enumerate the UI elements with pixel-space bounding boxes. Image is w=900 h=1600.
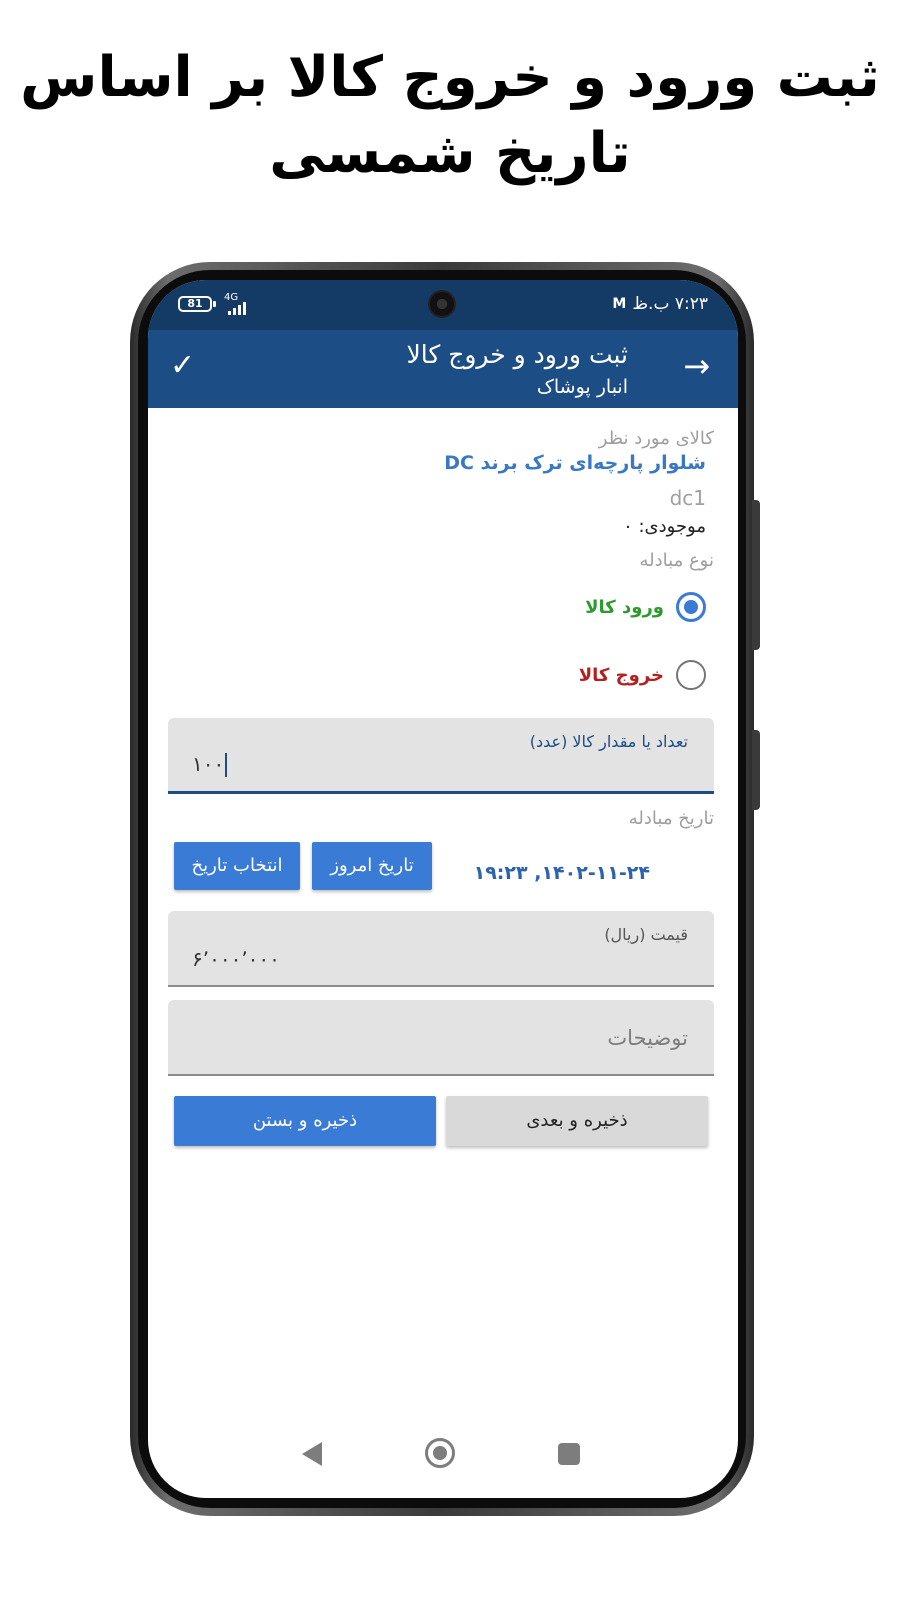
radio-checked-icon[interactable] [676, 592, 706, 622]
clock: ۷:۲۳ ب.ظ [632, 294, 708, 314]
status-right: ۷:۲۳ ب.ظ M [612, 294, 708, 314]
product-stock: موجودی: ۰ [623, 516, 706, 537]
page-subtitle: انبار پوشاک [536, 376, 628, 398]
notes-placeholder: توضیحات [607, 1026, 688, 1050]
price-input[interactable]: ۶٬۰۰۰٬۰۰۰ [192, 947, 280, 971]
nav-back-icon[interactable] [302, 1442, 322, 1466]
today-date-button[interactable]: تاریخ امروز [312, 842, 432, 890]
promo-title: ثبت ورود و خروج کالا بر اساس تاریخ شمسی [0, 40, 900, 192]
date-label: تاریخ مبادله [628, 808, 714, 829]
nav-recents-icon[interactable] [558, 1443, 580, 1465]
promo-title-line1: ثبت ورود و خروج کالا بر اساس [20, 45, 880, 110]
battery-level: 81 [187, 297, 203, 310]
page-title: ثبت ورود و خروج کالا [406, 340, 629, 369]
quantity-value: ۱۰۰ [192, 751, 225, 776]
radio-unchecked-icon[interactable] [676, 660, 706, 690]
price-field[interactable]: قیمت (ریال) ۶٬۰۰۰٬۰۰۰ [168, 911, 714, 987]
system-nav-bar [148, 1420, 738, 1490]
quantity-input[interactable]: ۱۰۰ [192, 751, 228, 777]
date-value: ۱۴۰۲-۱۱-۲۴, ۱۹:۲۳ [473, 862, 650, 884]
radio-entry-label[interactable]: ورود کالا [585, 597, 664, 618]
battery-icon: 81 [178, 296, 216, 312]
price-field-label: قیمت (ریال) [604, 925, 688, 944]
quantity-field[interactable]: تعداد یا مقدار کالا (عدد) ۱۰۰ [168, 718, 714, 794]
power-button [752, 730, 760, 810]
radio-exit[interactable]: خروج کالا [579, 660, 706, 690]
save-next-button[interactable]: ذخیره و بعدی [446, 1096, 708, 1146]
mail-icon: M [612, 296, 627, 312]
radio-exit-label[interactable]: خروج کالا [579, 665, 664, 686]
app-bar: → ثبت ورود و خروج کالا انبار پوشاک ✓ [148, 330, 738, 408]
quantity-field-label: تعداد یا مقدار کالا (عدد) [529, 732, 688, 751]
status-bar: 81 4G ۷:۲۳ ب.ظ M [148, 280, 738, 330]
pick-date-button[interactable]: انتخاب تاریخ [174, 842, 300, 890]
check-icon[interactable]: ✓ [170, 346, 195, 386]
product-section-label: کالای مورد نظر [598, 428, 714, 449]
volume-button [752, 500, 760, 650]
nav-home-icon[interactable] [425, 1438, 455, 1468]
notes-field[interactable]: توضیحات [168, 1000, 714, 1076]
back-arrow-icon[interactable]: → [683, 346, 710, 386]
form-content: کالای مورد نظر شلوار پارچه‌ای ترک برند D… [148, 408, 738, 1448]
signal-icon [228, 302, 246, 315]
radio-entry[interactable]: ورود کالا [585, 592, 706, 622]
text-caret [225, 753, 228, 777]
product-name[interactable]: شلوار پارچه‌ای ترک برند DC [444, 452, 706, 474]
transaction-type-label: نوع مبادله [639, 550, 714, 571]
product-code: dc1 [669, 486, 706, 510]
save-close-button[interactable]: ذخیره و بستن [174, 1096, 436, 1146]
front-camera [428, 290, 456, 318]
promo-title-line2: تاریخ شمسی [269, 121, 631, 186]
phone-screen: 81 4G ۷:۲۳ ب.ظ M → ثبت ورود و خروج کالا … [148, 280, 738, 1498]
